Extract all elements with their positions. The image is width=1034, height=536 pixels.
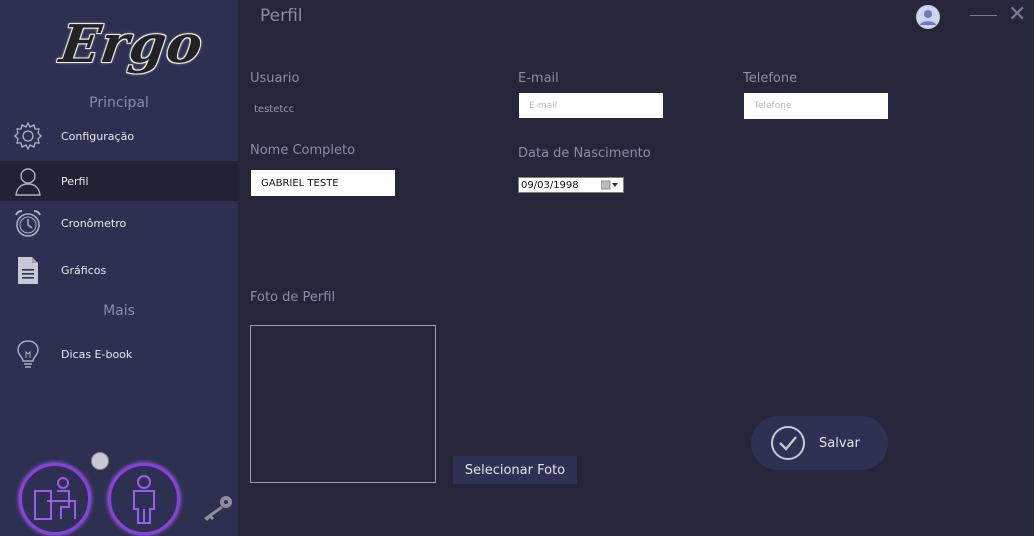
telefone-label: Telefone [743, 71, 798, 86]
email-field[interactable] [519, 93, 663, 118]
data-nascimento-label: Data de Nascimento [518, 146, 651, 161]
body-posture-button[interactable] [108, 463, 180, 535]
calendar-dropdown-icon[interactable] [601, 180, 619, 190]
desk-posture-icon [34, 477, 76, 520]
sidebar: Ergo Principal Configuração Perfil Cronô… [0, 0, 238, 536]
person-icon [12, 165, 44, 197]
gear-icon [12, 120, 44, 152]
sidebar-item-label: Dicas E-book [61, 347, 133, 361]
nome-completo-field[interactable] [251, 170, 395, 196]
sidebar-item-label: Perfil [61, 174, 89, 188]
date-picker[interactable]: 09/03/1998 [518, 177, 624, 193]
check-circle-icon [770, 425, 806, 465]
status-dot-icon[interactable] [91, 452, 109, 470]
save-button-label: Salvar [819, 435, 860, 451]
sidebar-item-configuracao[interactable]: Configuração [0, 116, 238, 156]
sidebar-item-label: Gráficos [61, 263, 107, 277]
select-photo-button[interactable]: Selecionar Foto [453, 456, 577, 484]
section-title-principal: Principal [89, 95, 149, 111]
user-account-icon[interactable] [914, 5, 942, 33]
document-icon [12, 254, 44, 286]
save-button[interactable]: Salvar [751, 416, 888, 470]
sidebar-item-cronometro[interactable]: Cronômetro [0, 203, 238, 243]
section-title-mais: Mais [103, 303, 135, 319]
standing-person-icon [133, 475, 155, 524]
sidebar-item-label: Cronômetro [61, 216, 127, 230]
close-icon[interactable]: ✕ [1008, 4, 1026, 26]
app-logo: Ergo [56, 14, 207, 75]
date-picker-value: 09/03/1998 [521, 179, 579, 191]
profile-photo-frame [250, 325, 436, 483]
sidebar-item-graficos[interactable]: Gráficos [0, 250, 238, 290]
usuario-label: Usuario [250, 71, 300, 86]
workstation-posture-button[interactable] [19, 463, 91, 535]
email-label: E-mail [518, 71, 559, 86]
usuario-value: testetcc [254, 104, 295, 115]
page-title: Perfil [260, 6, 303, 26]
alarm-clock-icon [12, 207, 44, 239]
sidebar-item-label: Configuração [61, 129, 135, 143]
minimize-button[interactable] [970, 15, 997, 16]
key-icon[interactable] [200, 494, 234, 526]
sidebar-item-dicas-ebook[interactable]: Dicas E-book [0, 334, 238, 374]
telefone-field[interactable] [744, 93, 888, 119]
sidebar-item-perfil[interactable]: Perfil [0, 161, 238, 201]
lightbulb-icon [12, 338, 44, 370]
nome-completo-label: Nome Completo [250, 143, 356, 158]
foto-perfil-label: Foto de Perfil [250, 290, 336, 305]
